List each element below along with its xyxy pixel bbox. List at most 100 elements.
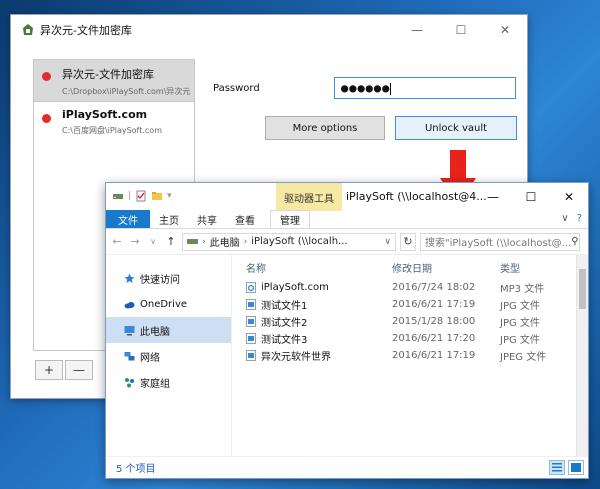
column-name[interactable]: 名称	[232, 260, 392, 275]
app-logo-icon	[21, 23, 35, 37]
password-value: ●●●●●●	[341, 81, 390, 95]
nav-homegroup[interactable]: 家庭组	[106, 369, 231, 395]
customize-qat-icon[interactable]: ▾	[167, 191, 172, 201]
properties-icon[interactable]	[135, 190, 147, 202]
view-switcher	[549, 460, 584, 475]
nav-label: 网络	[140, 349, 160, 364]
tab-view[interactable]: 查看	[226, 210, 264, 228]
column-type[interactable]: 类型	[500, 260, 570, 275]
scrollbar-thumb[interactable]	[579, 269, 586, 309]
file-type: JPEG 文件	[500, 348, 570, 363]
vault-item-0[interactable]: 异次元-文件加密库 C:\Dropbox\iPlaySoft.com\异次元-.…	[34, 60, 194, 102]
file-name-cell: 测试文件2	[232, 314, 392, 329]
nav-network[interactable]: 网络	[106, 343, 231, 369]
quick-access-toolbar: | ▾	[112, 190, 172, 202]
drive-icon	[187, 237, 198, 246]
tab-share[interactable]: 共享	[188, 210, 226, 228]
status-bar: 5 个项目	[106, 456, 588, 478]
back-button[interactable]: ←	[110, 235, 124, 248]
vault-titlebar: 异次元-文件加密库 — ☐ ✕	[11, 15, 527, 45]
search-input[interactable]: 搜索"iPlaySoft (\\localhost@... ⚲	[420, 233, 580, 251]
nav-this-pc[interactable]: 此电脑	[106, 317, 231, 343]
file-type: JPG 文件	[500, 314, 570, 329]
expand-ribbon-icon[interactable]: ∨	[561, 213, 568, 224]
search-placeholder: 搜索"iPlaySoft (\\localhost@...	[425, 234, 571, 249]
up-button[interactable]: ↑	[164, 235, 178, 248]
file-type: JPG 文件	[500, 331, 570, 346]
details-view-icon[interactable]	[549, 460, 565, 475]
recent-locations-button[interactable]: ∨	[146, 237, 160, 246]
password-input[interactable]: ●●●●●●	[334, 77, 516, 99]
help-icon[interactable]: ?	[577, 213, 582, 224]
forward-button[interactable]: →	[128, 235, 142, 248]
address-bar-row: ← → ∨ ↑ › 此电脑 › iPlaySoft (\\localh... ∨…	[106, 229, 588, 255]
file-row[interactable]: 异次元软件世界2016/6/21 17:19JPEG 文件	[232, 347, 588, 364]
drive-tools-tab[interactable]: 驱动器工具	[276, 183, 342, 211]
nav-onedrive[interactable]: OneDrive	[106, 291, 231, 317]
explorer-body: 快速访问 OneDrive 此电脑 网络 家庭组 名称 修改日期	[106, 255, 588, 457]
column-headers: 名称 修改日期 类型	[232, 255, 588, 279]
password-label: Password	[213, 83, 260, 94]
nav-quick-access[interactable]: 快速访问	[106, 265, 231, 291]
explorer-window: | ▾ 驱动器工具 iPlaySoft (\\localhost@4... — …	[105, 182, 589, 479]
file-name: 测试文件1	[261, 297, 307, 312]
maximize-button[interactable]: ☐	[512, 183, 550, 211]
ribbon-tabs: 文件 主页 共享 查看 管理 ∨ ?	[106, 211, 588, 229]
address-input[interactable]: › 此电脑 › iPlaySoft (\\localh... ∨	[182, 233, 396, 251]
file-row[interactable]: 测试文件3 2016/6/21 17:20JPG 文件	[232, 330, 588, 347]
nav-label: 快速访问	[140, 271, 180, 286]
minimize-button[interactable]: —	[395, 15, 439, 45]
large-icons-view-icon[interactable]	[568, 460, 584, 475]
network-icon	[124, 351, 135, 362]
search-icon: ⚲	[571, 236, 578, 247]
vertical-scrollbar[interactable]	[576, 255, 588, 457]
file-name-cell: 异次元软件世界	[232, 348, 392, 363]
file-date: 2015/1/28 18:00	[392, 316, 500, 327]
vault-item-1[interactable]: iPlaySoft.com C:\百度网盘\iPlaySoft.com	[34, 102, 194, 144]
image-file-icon	[246, 316, 256, 327]
file-name-cell: 测试文件1	[232, 297, 392, 312]
file-name: 测试文件3	[261, 331, 307, 346]
refresh-button[interactable]: ↻	[400, 233, 416, 251]
address-dropdown-icon[interactable]: ∨	[384, 237, 391, 247]
column-date[interactable]: 修改日期	[392, 260, 500, 275]
text-caret	[390, 83, 391, 95]
remove-vault-button[interactable]: —	[65, 360, 93, 380]
breadcrumb-current[interactable]: iPlaySoft (\\localh...	[251, 236, 347, 247]
nav-label: 此电脑	[140, 323, 170, 338]
window-title: 异次元-文件加密库	[40, 22, 395, 38]
separator: |	[128, 191, 131, 201]
file-date: 2016/7/24 18:02	[392, 282, 500, 293]
file-name-cell: 测试文件3	[232, 331, 392, 346]
item-count: 5 个项目	[116, 460, 156, 475]
file-row[interactable]: iPlaySoft.com2016/7/24 18:02MP3 文件	[232, 279, 588, 296]
maximize-button[interactable]: ☐	[439, 15, 483, 45]
vault-name: iPlaySoft.com	[62, 108, 190, 121]
nav-label: 家庭组	[140, 375, 170, 390]
file-row[interactable]: 测试文件12016/6/21 17:19JPG 文件	[232, 296, 588, 313]
vault-path: C:\Dropbox\iPlaySoft.com\异次元-...	[62, 86, 190, 97]
file-date: 2016/6/21 17:20	[392, 333, 500, 344]
more-options-button[interactable]: More options	[265, 116, 385, 140]
breadcrumb-this-pc[interactable]: 此电脑	[210, 234, 240, 249]
locked-status-icon	[42, 114, 51, 123]
cloud-icon	[124, 299, 135, 310]
window-title: iPlaySoft (\\localhost@4...	[346, 190, 487, 203]
tab-file[interactable]: 文件	[106, 210, 150, 228]
file-row[interactable]: 测试文件22015/1/28 18:00JPG 文件	[232, 313, 588, 330]
file-type: MP3 文件	[500, 280, 570, 295]
explorer-titlebar: | ▾ 驱动器工具 iPlaySoft (\\localhost@4... — …	[106, 183, 588, 211]
new-folder-icon[interactable]	[151, 190, 163, 202]
drive-icon	[112, 190, 124, 202]
tab-home[interactable]: 主页	[150, 210, 188, 228]
minimize-button[interactable]: —	[474, 183, 512, 211]
close-button[interactable]: ✕	[550, 183, 588, 211]
unlock-vault-button[interactable]: Unlock vault	[395, 116, 517, 140]
tab-manage[interactable]: 管理	[270, 210, 310, 228]
audio-file-icon	[246, 282, 256, 293]
add-vault-button[interactable]: +	[35, 360, 63, 380]
nav-label: OneDrive	[140, 299, 187, 310]
ribbon-controls: ∨ ?	[561, 213, 582, 224]
window-controls: — ☐ ✕	[474, 183, 588, 211]
close-button[interactable]: ✕	[483, 15, 527, 45]
